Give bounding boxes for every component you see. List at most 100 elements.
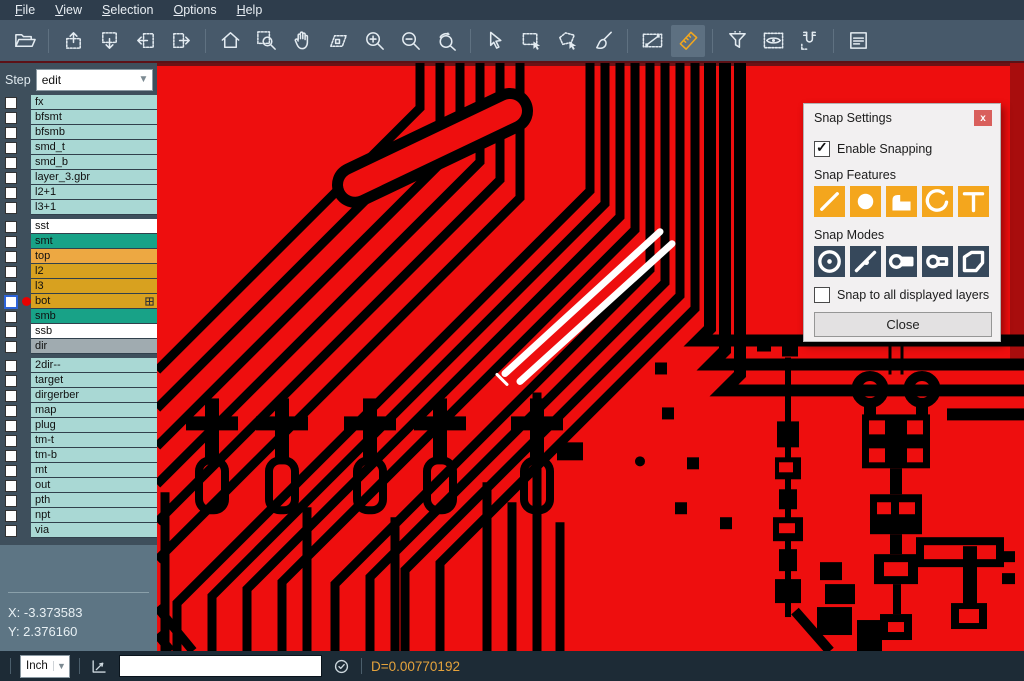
snap-feature-arc-button[interactable]	[922, 186, 953, 217]
layer-row-mt[interactable]: mt	[0, 463, 157, 478]
layer-visibility-checkbox[interactable]	[0, 418, 22, 433]
layer-visibility-checkbox[interactable]	[0, 264, 22, 279]
toolbar-zoom-in-button[interactable]	[357, 25, 391, 57]
toolbar-send-up-button[interactable]	[56, 25, 90, 57]
layer-row-layer_3.gbr[interactable]: layer_3.gbr	[0, 170, 157, 185]
layer-visibility-checkbox[interactable]	[0, 95, 22, 110]
step-select[interactable]: edit ▼	[36, 69, 153, 91]
layer-visibility-checkbox[interactable]	[0, 373, 22, 388]
layer-visibility-checkbox[interactable]	[0, 200, 22, 215]
layer-row-tm-b[interactable]: tm-b	[0, 448, 157, 463]
layer-visibility-checkbox[interactable]	[0, 433, 22, 448]
layer-row-dir[interactable]: dir	[0, 339, 157, 354]
toolbar-zoom-area-button[interactable]	[321, 25, 355, 57]
layer-row-top[interactable]: top	[0, 249, 157, 264]
layer-row-smb[interactable]: smb	[0, 309, 157, 324]
layer-visibility-checkbox[interactable]	[0, 279, 22, 294]
layer-visibility-checkbox[interactable]	[0, 358, 22, 373]
toolbar-layer-table-button[interactable]	[841, 25, 875, 57]
layer-row-l2[interactable]: l2	[0, 264, 157, 279]
layer-row-smd_b[interactable]: smd_b	[0, 155, 157, 170]
layer-row-target[interactable]: target	[0, 373, 157, 388]
toolbar-select-button[interactable]	[478, 25, 512, 57]
toolbar-home-view-button[interactable]	[213, 25, 247, 57]
layer-visibility-checkbox[interactable]	[0, 478, 22, 493]
coordinate-input[interactable]	[119, 655, 322, 677]
layer-visibility-checkbox[interactable]	[0, 170, 22, 185]
snap-mode-corner-button[interactable]	[958, 246, 989, 277]
layer-visibility-checkbox[interactable]	[0, 125, 22, 140]
layer-row-map[interactable]: map	[0, 403, 157, 418]
layer-row-bfsmb[interactable]: bfsmb	[0, 125, 157, 140]
snap-feature-text-button[interactable]	[958, 186, 989, 217]
enable-snapping-checkbox[interactable]	[814, 141, 830, 157]
toolbar-clean-button[interactable]	[586, 25, 620, 57]
layer-visibility-checkbox[interactable]	[0, 508, 22, 523]
layer-visibility-checkbox[interactable]	[0, 493, 22, 508]
close-button[interactable]: Close	[814, 312, 992, 337]
layer-row-2dir--[interactable]: 2dir--	[0, 358, 157, 373]
layer-visibility-checkbox[interactable]	[0, 403, 22, 418]
layer-row-npt[interactable]: npt	[0, 508, 157, 523]
snap-feature-pad-button[interactable]	[886, 186, 917, 217]
layer-row-smt[interactable]: smt	[0, 234, 157, 249]
snap-feature-line-button[interactable]	[814, 186, 845, 217]
menu-file[interactable]: File	[6, 1, 44, 19]
layer-visibility-checkbox[interactable]	[0, 324, 22, 339]
layer-visibility-checkbox[interactable]	[0, 140, 22, 155]
layer-visibility-checkbox[interactable]	[0, 339, 22, 354]
toolbar-send-right-button[interactable]	[164, 25, 198, 57]
menu-options[interactable]: Options	[164, 1, 225, 19]
toolbar-snap-button[interactable]	[792, 25, 826, 57]
layer-row-fx[interactable]: fx	[0, 95, 157, 110]
refresh-icon[interactable]	[331, 656, 352, 677]
layer-row-bfsmt[interactable]: bfsmt	[0, 110, 157, 125]
layer-row-bot[interactable]: bot	[0, 294, 157, 309]
toolbar-open-button[interactable]	[7, 25, 41, 57]
layer-row-pth[interactable]: pth	[0, 493, 157, 508]
layer-row-dirgerber[interactable]: dirgerber	[0, 388, 157, 403]
unit-select[interactable]: Inch ▼	[20, 655, 70, 678]
menu-view[interactable]: View	[46, 1, 91, 19]
layer-row-l3+1[interactable]: l3+1	[0, 200, 157, 215]
layer-visibility-checkbox[interactable]	[0, 448, 22, 463]
toolbar-measure-line-button[interactable]	[635, 25, 669, 57]
layer-row-sst[interactable]: sst	[0, 219, 157, 234]
snap-mode-slot-button[interactable]	[922, 246, 953, 277]
snap-mode-slot-end-button[interactable]	[886, 246, 917, 277]
layer-visibility-checkbox[interactable]	[0, 388, 22, 403]
layer-visibility-checkbox[interactable]	[0, 463, 22, 478]
layer-visibility-checkbox[interactable]	[0, 294, 22, 309]
layer-row-plug[interactable]: plug	[0, 418, 157, 433]
toolbar-send-down-button[interactable]	[92, 25, 126, 57]
layer-visibility-checkbox[interactable]	[0, 185, 22, 200]
menu-selection[interactable]: Selection	[93, 1, 162, 19]
layer-visibility-checkbox[interactable]	[0, 110, 22, 125]
layer-visibility-checkbox[interactable]	[0, 309, 22, 324]
layer-row-via[interactable]: via	[0, 523, 157, 538]
toolbar-ruler-button[interactable]	[671, 25, 705, 57]
layer-visibility-checkbox[interactable]	[0, 234, 22, 249]
layer-row-tm-t[interactable]: tm-t	[0, 433, 157, 448]
toolbar-select-window-button[interactable]	[514, 25, 548, 57]
snap-all-layers-checkbox[interactable]	[814, 287, 830, 303]
layer-visibility-checkbox[interactable]	[0, 523, 22, 538]
layer-row-smd_t[interactable]: smd_t	[0, 140, 157, 155]
snap-mode-midpoint-button[interactable]	[850, 246, 881, 277]
menu-help[interactable]: Help	[228, 1, 272, 19]
toolbar-filter-button[interactable]	[720, 25, 754, 57]
toolbar-zoom-previous-button[interactable]	[429, 25, 463, 57]
layer-row-l3[interactable]: l3	[0, 279, 157, 294]
angle-measure-icon[interactable]	[89, 656, 110, 677]
close-icon[interactable]: x	[974, 110, 992, 126]
layer-row-out[interactable]: out	[0, 478, 157, 493]
toolbar-view-options-button[interactable]	[756, 25, 790, 57]
layer-visibility-checkbox[interactable]	[0, 219, 22, 234]
snap-feature-circle-button[interactable]	[850, 186, 881, 217]
layer-visibility-checkbox[interactable]	[0, 155, 22, 170]
snap-mode-center-button[interactable]	[814, 246, 845, 277]
toolbar-zoom-out-button[interactable]	[393, 25, 427, 57]
toolbar-send-left-button[interactable]	[128, 25, 162, 57]
pcb-canvas[interactable]: Snap Settings x Enable Snapping Snap Fea…	[157, 63, 1024, 651]
toolbar-select-polygon-button[interactable]	[550, 25, 584, 57]
